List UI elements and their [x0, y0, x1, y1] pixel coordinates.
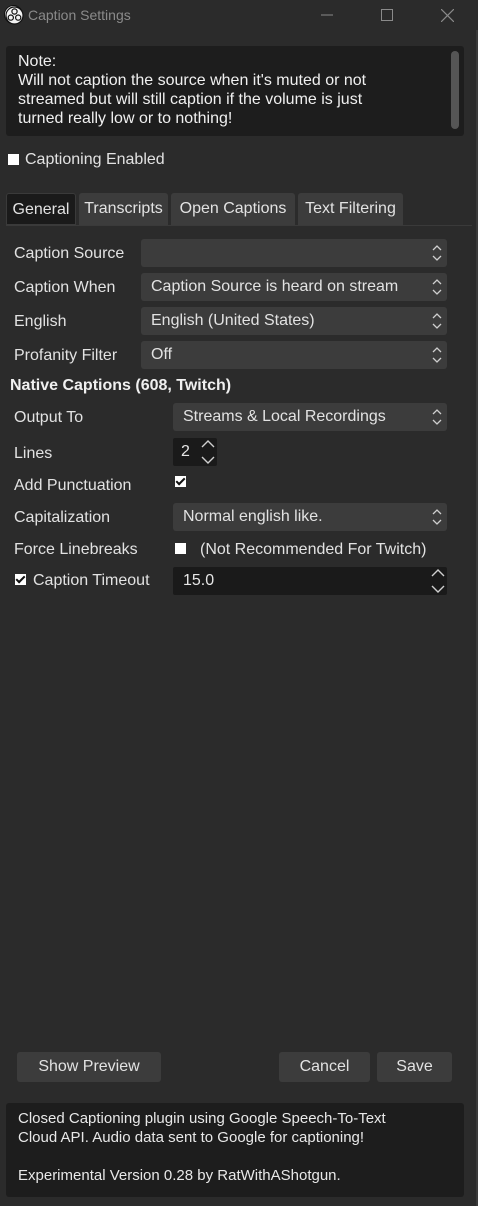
- lines-spinbox[interactable]: 2: [173, 438, 217, 466]
- capitalization-label: Capitalization: [14, 509, 111, 526]
- minimize-button[interactable]: [298, 0, 356, 30]
- profanity-filter-label: Profanity Filter: [14, 347, 118, 364]
- caption-source-select[interactable]: [141, 239, 447, 267]
- tab-transcripts[interactable]: Transcripts: [79, 193, 168, 225]
- language-label: English: [14, 313, 67, 330]
- force-linebreaks-checkbox[interactable]: [175, 543, 186, 554]
- note-line: streamed but will still caption if the v…: [18, 91, 363, 108]
- updown-chevron-icon: [427, 403, 447, 431]
- save-button[interactable]: Save: [377, 1052, 452, 1082]
- caption-when-select[interactable]: Caption Source is heard on stream: [141, 273, 447, 301]
- updown-arrows-icon[interactable]: [429, 567, 447, 595]
- output-to-label: Output To: [14, 409, 84, 426]
- updown-chevron-icon: [427, 341, 447, 369]
- note-line: Will not caption the source when it's mu…: [18, 72, 367, 89]
- plugin-info-line: Closed Captioning plugin using Google Sp…: [18, 1110, 386, 1127]
- force-linebreaks-label: Force Linebreaks: [14, 541, 138, 558]
- caption-timeout-checkbox[interactable]: [15, 574, 26, 585]
- obs-logo-icon: [4, 5, 24, 25]
- caption-source-label: Caption Source: [14, 245, 125, 262]
- lines-value: 2: [181, 443, 190, 460]
- note-scrollbar[interactable]: [451, 51, 459, 129]
- add-punctuation-label: Add Punctuation: [14, 477, 132, 494]
- capitalization-select[interactable]: Normal english like.: [173, 503, 447, 531]
- tab-divider: [6, 225, 472, 226]
- captioning-enabled-label[interactable]: Captioning Enabled: [25, 151, 165, 169]
- add-punctuation-checkbox[interactable]: [175, 476, 186, 487]
- updown-chevron-icon: [427, 273, 447, 301]
- maximize-button[interactable]: [358, 0, 416, 30]
- caption-timeout-label[interactable]: Caption Timeout: [33, 572, 150, 590]
- title-bar: Caption Settings: [0, 0, 478, 30]
- window-title: Caption Settings: [28, 7, 131, 23]
- profanity-filter-select[interactable]: Off: [141, 341, 447, 369]
- native-captions-heading: Native Captions (608, Twitch): [10, 377, 232, 394]
- plugin-info-box: Closed Captioning plugin using Google Sp…: [6, 1103, 464, 1197]
- caption-timeout-spinbox[interactable]: 15.0: [173, 567, 447, 595]
- language-value: English (United States): [151, 312, 315, 329]
- force-linebreaks-note: (Not Recommended For Twitch): [200, 541, 427, 558]
- plugin-info-line: Cloud API. Audio data sent to Google for…: [18, 1129, 365, 1146]
- updown-chevron-icon: [427, 239, 447, 267]
- note-box: Note: Will not caption the source when i…: [6, 46, 464, 136]
- output-to-select[interactable]: Streams & Local Recordings: [173, 403, 447, 431]
- close-button[interactable]: [418, 0, 476, 30]
- tab-text-filtering[interactable]: Text Filtering: [298, 193, 403, 225]
- plugin-info-line: [18, 1147, 452, 1166]
- cancel-button[interactable]: Cancel: [279, 1052, 370, 1082]
- tab-open-captions[interactable]: Open Captions: [171, 193, 295, 225]
- caption-when-label: Caption When: [14, 279, 116, 296]
- updown-arrows-icon[interactable]: [199, 438, 217, 466]
- profanity-filter-value: Off: [151, 346, 173, 363]
- capitalization-value: Normal english like.: [183, 508, 323, 525]
- plugin-info-line: Experimental Version 0.28 by RatWithASho…: [18, 1167, 341, 1184]
- language-select[interactable]: English (United States): [141, 307, 447, 335]
- updown-chevron-icon: [427, 307, 447, 335]
- lines-label: Lines: [14, 445, 53, 462]
- note-line: turned really low or to nothing!: [18, 110, 233, 127]
- captioning-enabled-checkbox[interactable]: [8, 154, 19, 165]
- tab-general[interactable]: General: [6, 193, 76, 225]
- caption-timeout-value: 15.0: [183, 572, 215, 589]
- caption-when-value: Caption Source is heard on stream: [151, 278, 399, 295]
- note-line: Note:: [18, 53, 57, 70]
- output-to-value: Streams & Local Recordings: [183, 408, 386, 425]
- show-preview-button[interactable]: Show Preview: [17, 1052, 161, 1082]
- updown-chevron-icon: [427, 503, 447, 531]
